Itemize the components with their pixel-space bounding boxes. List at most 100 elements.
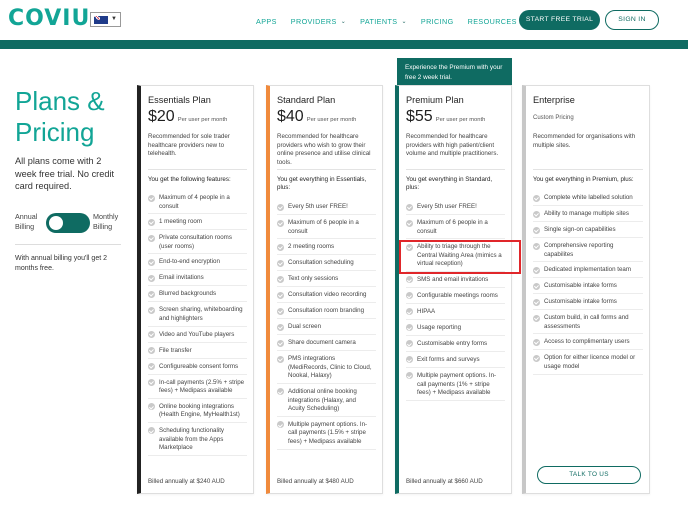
feature-separator: [277, 254, 376, 256]
nav-patients[interactable]: PATIENTS ⌄: [360, 16, 407, 26]
feature-item: Consultation room branding: [277, 307, 376, 316]
billing-toggle-group: Annual Billing Monthly Billing: [15, 210, 121, 236]
country-selector[interactable]: ▼: [90, 12, 121, 27]
coviu-logo[interactable]: COVIU: [8, 8, 90, 30]
nav-apps[interactable]: APPS: [256, 16, 277, 26]
nav-providers[interactable]: PROVIDERS ⌄: [291, 16, 346, 26]
feature-item: Custom build, in call forms and assessme…: [533, 314, 643, 331]
plan-card-body: Premium Plan $55 Per user per month Reco…: [406, 86, 505, 493]
feature-text: End-to-end encryption: [159, 258, 220, 266]
feature-text: File transfer: [159, 346, 192, 354]
australia-flag-icon: [94, 16, 108, 24]
plan-description: Recommended for sole trader healthcare p…: [148, 133, 230, 158]
plan-name: Essentials Plan: [148, 95, 211, 105]
billed-annually: Billed annually at $660 AUD: [406, 478, 483, 485]
feature-separator: [148, 253, 247, 255]
check-circle-icon: [533, 194, 540, 202]
feature-item: HIPAA: [406, 308, 505, 317]
plan-name: Enterprise: [533, 95, 575, 105]
check-circle-icon: [148, 427, 155, 435]
feature-text: 1 meeting room: [159, 218, 202, 226]
check-circle-icon: [148, 234, 155, 242]
plan-card-body: Standard Plan $40 Per user per month Rec…: [277, 86, 376, 493]
check-circle-icon: [533, 242, 540, 250]
plan-price: $40: [277, 108, 304, 125]
feature-separator: [148, 454, 247, 456]
divider: [277, 169, 376, 170]
feature-separator: [533, 349, 643, 351]
plan-description: Recommended for organisations with multi…: [533, 133, 636, 149]
feature-text: Dedicated implementation team: [544, 266, 632, 274]
site-header: COVIU ▼ APPS PROVIDERS ⌄ PATIENTS ⌄ PRICIN…: [0, 0, 688, 40]
plan-description: Recommended for healthcare providers wit…: [406, 133, 499, 158]
feature-item: Single sign-on capabilities: [533, 226, 643, 235]
page-title: Plans & Pricing: [15, 86, 125, 148]
feature-item: In-call payments (2.5% + stripe fees) + …: [148, 379, 247, 396]
divider: [15, 244, 121, 245]
feature-item: Additional online booking integrations (…: [277, 388, 376, 414]
talk-to-us-button[interactable]: TALK TO US: [537, 466, 641, 484]
feature-item: Multiple payment options. In-call paymen…: [406, 372, 505, 398]
check-circle-icon: [148, 258, 155, 266]
feature-item: Scheduling functionality available from …: [148, 427, 247, 453]
monthly-billing-label[interactable]: Monthly Billing: [93, 212, 127, 232]
billing-toggle[interactable]: [46, 213, 90, 233]
feature-separator: [148, 269, 247, 271]
check-circle-icon: [277, 388, 284, 396]
feature-separator: [406, 214, 505, 215]
chevron-down-icon: ⌄: [401, 18, 407, 25]
check-circle-icon: [533, 354, 540, 362]
feature-text: Share document camera: [288, 339, 356, 347]
check-circle-icon: [406, 203, 413, 211]
feature-item: Customisable intake forms: [533, 298, 643, 307]
feature-text: 2 meeting rooms: [288, 243, 335, 251]
page-title-line-2: Pricing: [15, 117, 95, 147]
feature-separator: [277, 238, 376, 240]
feature-item: Online booking integrations (Health Engi…: [148, 403, 247, 420]
feature-separator: [533, 205, 643, 206]
check-circle-icon: [406, 372, 413, 380]
divider: [406, 169, 505, 170]
feature-item: Exit forms and surveys: [406, 356, 505, 365]
feature-text: Exit forms and surveys: [417, 355, 480, 363]
feature-text: Maximum of 6 people in a consult: [417, 219, 488, 235]
check-circle-icon: [148, 218, 155, 226]
annual-billing-note: With annual billing you'll get 2 months …: [15, 255, 108, 272]
check-circle-icon: [406, 340, 413, 348]
features-heading: You get the following features:: [148, 176, 231, 183]
page-title-line-1: Plans &: [15, 86, 105, 116]
price-row: $55 Per user per month: [406, 108, 485, 126]
feature-separator: [533, 221, 643, 222]
feature-item: Email invitations: [148, 274, 247, 283]
feature-text: In-call payments (2.5% + stripe fees) + …: [159, 378, 245, 395]
feature-text: Every 5th user FREE!: [288, 203, 348, 210]
annual-billing-label[interactable]: Annual Billing: [15, 212, 45, 232]
feature-separator: [277, 350, 376, 352]
billed-annually: Billed annually at $240 AUD: [148, 478, 225, 485]
check-circle-icon: [533, 338, 540, 346]
price-row: $40 Per user per month: [277, 108, 356, 126]
check-circle-icon: [148, 363, 155, 371]
check-circle-icon: [277, 355, 284, 363]
price-unit: Per user per month: [306, 117, 357, 123]
start-free-trial-button[interactable]: START FREE TRIAL: [519, 10, 600, 30]
feature-separator: [277, 318, 376, 320]
feature-text: HIPAA: [417, 307, 436, 315]
feature-text: Additional online booking integrations (…: [288, 387, 357, 413]
check-circle-icon: [277, 259, 284, 267]
feature-text: Blurred backgrounds: [159, 290, 217, 298]
feature-item: Every 5th user FREE!: [406, 203, 505, 212]
feature-item: End-to-end encryption: [148, 258, 247, 267]
feature-separator: [533, 277, 643, 279]
feature-separator: [406, 399, 505, 401]
feature-separator: [148, 301, 247, 303]
plan-card-essentials: Essentials Plan $20 Per user per month R…: [137, 85, 254, 494]
check-circle-icon: [533, 298, 540, 306]
feature-separator: [533, 261, 643, 263]
nav-pricing[interactable]: PRICING: [421, 16, 454, 26]
sign-in-button[interactable]: SIGN IN: [605, 10, 659, 30]
feature-item: Every 5th user FREE!: [277, 203, 376, 212]
feature-separator: [406, 286, 505, 288]
feature-separator: [533, 309, 643, 311]
feature-item: Video and YouTube players: [148, 331, 247, 340]
